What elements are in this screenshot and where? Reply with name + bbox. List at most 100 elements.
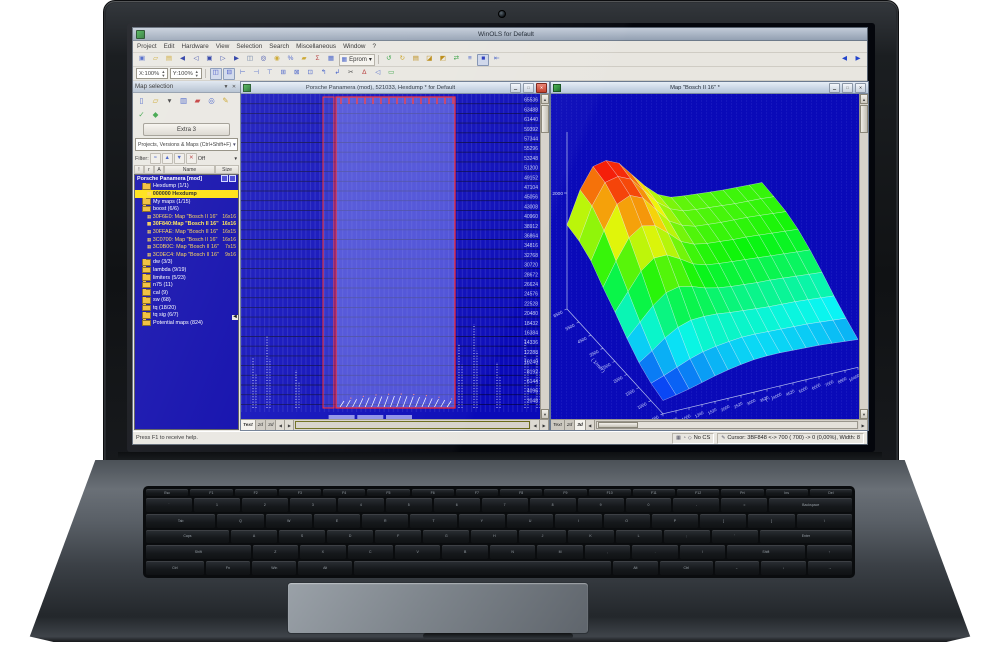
hexdump-overview-bar[interactable] <box>295 421 530 429</box>
title-bar[interactable]: WinOLS for Default <box>133 28 867 41</box>
hexdump-canvas[interactable]: 6553663488614405939257344552965324851200… <box>241 94 540 428</box>
view-word-icon[interactable]: ⊠ <box>291 68 303 80</box>
compare-icon[interactable]: ⇤ <box>491 54 503 66</box>
search-icon[interactable]: ◎ <box>258 54 270 66</box>
menu-edit[interactable]: Edit <box>164 43 175 50</box>
tree-item-folder[interactable]: sw (68) <box>135 297 238 305</box>
original-version-icon[interactable]: ▣ <box>204 54 216 66</box>
first-version-icon[interactable]: ◀ <box>177 54 189 66</box>
close-icon[interactable]: ✕ <box>536 83 547 93</box>
column-header-a[interactable]: A <box>154 165 164 174</box>
eprom-dropdown[interactable]: ▦Eprom▾ <box>339 54 375 66</box>
split-vertical-icon[interactable]: ⊟ <box>223 68 235 80</box>
hexdump-tab-2d[interactable]: 2d <box>256 420 266 430</box>
tree-item-folder[interactable]: Hexdump (1/1) <box>135 183 238 191</box>
filter-clear-icon[interactable]: ✕ <box>186 153 197 164</box>
tree-item-folder[interactable]: lambda (9/19) <box>135 266 238 274</box>
maximize-icon[interactable]: □ <box>842 83 853 93</box>
nav-forward-icon[interactable]: ▶ <box>852 54 864 66</box>
column-narrow-icon[interactable]: ⊢ <box>237 68 249 80</box>
menu-miscellaneous[interactable]: Miscellaneous <box>296 43 336 50</box>
menu-window[interactable]: Window <box>343 43 365 50</box>
hexdump-tab-text[interactable]: Text <box>241 420 256 430</box>
hscroll-left-icon[interactable]: ◀ <box>531 420 540 430</box>
percent-icon[interactable]: % <box>285 54 297 66</box>
menu-selection[interactable]: Selection <box>236 43 262 50</box>
column-auto-icon[interactable]: ⊤ <box>264 68 276 80</box>
x-zoom-spinner[interactable]: X:100%▲▼ <box>136 68 168 79</box>
scroll-thumb[interactable] <box>541 105 549 133</box>
tree-item-map[interactable]: ▦30F6E0: Map "Bosch II 16"16x16 <box>135 213 238 221</box>
tree-item-folder[interactable]: boost (6/6) <box>135 205 238 213</box>
hscroll-right-icon[interactable]: ▶ <box>859 420 868 430</box>
filter-dropdown-icon[interactable]: ▼ <box>234 156 238 161</box>
maps-3d-icon[interactable]: ◩ <box>437 54 449 66</box>
tree-item-map[interactable]: ▦3C0B0C: Map "Bosch II 16"7x15 <box>135 243 238 251</box>
scope-dropdown[interactable]: Projects, Versions & Maps (Ctrl+Shift+F)… <box>135 138 238 151</box>
tab-scroll-left-icon[interactable]: ◀ <box>586 420 595 430</box>
tab-scroll-left-icon[interactable]: ◀ <box>276 420 285 430</box>
extra3-button[interactable]: Extra 3 <box>143 123 230 136</box>
open-folder-icon[interactable]: ▱ <box>149 94 162 107</box>
panel-collapse-arrow[interactable]: ◄ <box>232 315 238 320</box>
eprom-mode-icon[interactable]: ▦ <box>325 54 337 66</box>
scroll-up-icon[interactable]: ▲ <box>860 94 868 104</box>
menu-search[interactable]: Search <box>269 43 289 50</box>
check-map-icon[interactable]: ✓ <box>135 108 148 121</box>
menu-project[interactable]: Project <box>137 43 157 50</box>
edit-map-icon[interactable]: ✎ <box>219 94 232 107</box>
filter-up-icon[interactable]: ▲ <box>162 153 173 164</box>
split-horizontal-icon[interactable]: ◫ <box>210 68 222 80</box>
diamond-icon[interactable]: ◆ <box>149 108 162 121</box>
filter-down-icon[interactable]: ▼ <box>174 153 185 164</box>
hscroll-right-icon[interactable]: ▶ <box>540 420 549 430</box>
preview-icon[interactable]: ▭ <box>385 68 397 80</box>
filter-text-icon[interactable]: ≈ <box>150 153 161 164</box>
tree-item-folder[interactable]: cal (9) <box>135 289 238 297</box>
redo-icon[interactable]: ↻ <box>396 54 408 66</box>
map-tree[interactable]: ◄ Porsche Panamera [mod]Hexdump (1/1)▦00… <box>134 174 239 430</box>
map-tab-3d[interactable]: 3d <box>575 420 586 430</box>
last-version-icon[interactable]: ▶ <box>231 54 243 66</box>
map-3d-canvas[interactable]: 2000650055004500350025002000150010004804… <box>551 94 859 428</box>
next-version-icon[interactable]: ▷ <box>217 54 229 66</box>
map-vscrollbar[interactable]: ▲ ▼ <box>859 94 868 419</box>
undo-icon[interactable]: ↺ <box>383 54 395 66</box>
selection-mode-icon[interactable]: ■ <box>477 54 489 66</box>
tree-item-folder[interactable]: tq sig (6/7) <box>135 312 238 320</box>
maps-2d-icon[interactable]: ◪ <box>423 54 435 66</box>
close-icon[interactable]: ✕ <box>855 83 866 93</box>
view-hilo-icon[interactable]: ⊡ <box>304 68 316 80</box>
tree-item-project[interactable]: Porsche Panamera [mod] <box>135 175 238 183</box>
zoom-icon[interactable]: ◉ <box>271 54 283 66</box>
hexdump-tab-3d[interactable]: 3d <box>266 420 276 430</box>
hexdump-vscrollbar[interactable]: ▲ ▼ <box>540 94 549 419</box>
scroll-thumb[interactable] <box>860 105 868 133</box>
tree-item-folder[interactable]: n75 (11) <box>135 281 238 289</box>
maximize-icon[interactable]: □ <box>523 83 534 93</box>
window-layout-icon[interactable]: ◫ <box>244 54 256 66</box>
new-list-icon[interactable]: ▯ <box>135 94 148 107</box>
spinner-arrows-icon[interactable]: ▲▼ <box>195 70 199 76</box>
map-titlebar[interactable]: Map "Bosch II 16" * ▁ □ ✕ <box>551 82 868 94</box>
row-down-icon[interactable]: ↲ <box>331 68 343 80</box>
save-list-icon[interactable]: ▥ <box>177 94 190 107</box>
scroll-down-icon[interactable]: ▼ <box>860 409 868 419</box>
tree-item-hexdump[interactable]: ▦000000 Hexdump <box>135 190 238 198</box>
map-tab-text[interactable]: Text <box>551 420 565 430</box>
folder-up-icon[interactable]: ▰ <box>298 54 310 66</box>
minimize-icon[interactable]: ▁ <box>510 83 521 93</box>
prev-version-icon[interactable]: ◁ <box>190 54 202 66</box>
tree-item-folder[interactable]: tq (18/20) <box>135 304 238 312</box>
map-list-icon[interactable]: ▤ <box>410 54 422 66</box>
connect-hardware-icon[interactable]: ▣ <box>136 54 148 66</box>
folder-dropdown-icon[interactable]: ▾ <box>163 94 176 107</box>
scroll-down-icon[interactable]: ▼ <box>541 409 549 419</box>
minimize-icon[interactable]: ▁ <box>829 83 840 93</box>
row-up-icon[interactable]: ↰ <box>318 68 330 80</box>
spinner-arrows-icon[interactable]: ▲▼ <box>161 70 165 76</box>
hexdump-titlebar[interactable]: Porsche Panamera (mod), 521033, Hexdump … <box>241 82 549 94</box>
view-byte-icon[interactable]: ⊞ <box>277 68 289 80</box>
tab-scroll-right-icon[interactable]: ▶ <box>285 420 294 430</box>
tree-item-map[interactable]: ▦3C0700: Map "Bosch II 16"16x16 <box>135 236 238 244</box>
